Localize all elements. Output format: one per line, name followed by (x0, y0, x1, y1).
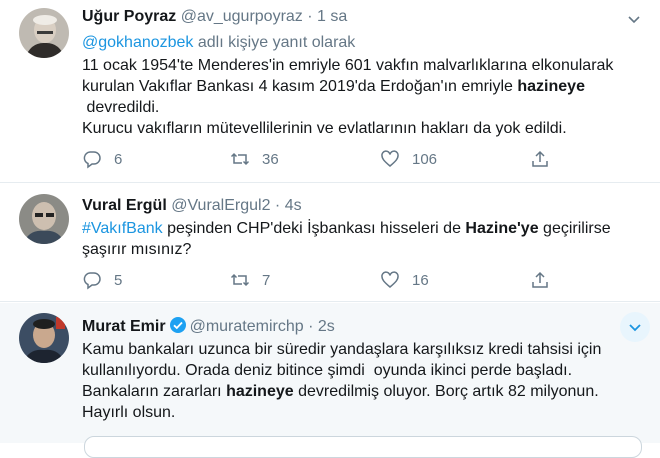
timestamp[interactable]: 2s (318, 318, 335, 335)
tweet-line-text: kullanılıyordu. Orada deniz bitince şimd… (82, 362, 573, 379)
tweet-line: Kamu bankaları uzunca bir süredir yandaş… (82, 339, 642, 360)
tweet[interactable]: Uğur Poyraz @av_ugurpoyraz · 1 sa @gokha… (0, 0, 660, 183)
highlighted-keyword: hazineye (226, 383, 294, 400)
share-button[interactable] (530, 149, 562, 169)
like-count: 106 (412, 150, 438, 168)
tweet-line-text: şaşırır mısınız? (82, 241, 192, 258)
retweet-count: 7 (262, 271, 271, 289)
tweet-header: Murat Emir @muratemirchp · 2s (82, 316, 335, 336)
tweet-line: devredildi. (82, 97, 642, 118)
chevron-down-icon (629, 324, 641, 332)
tweet-header: Uğur Poyraz @av_ugurpoyraz · 1 sa (82, 8, 347, 26)
avatar[interactable] (19, 8, 69, 58)
tweet-line: şaşırır mısınız? (82, 239, 642, 260)
tweet-line: kurulan Vakıflar Bankası 4 kasım 2019'da… (82, 76, 642, 97)
highlighted-keyword: hazineye (517, 78, 585, 95)
like-count: 16 (412, 271, 429, 289)
reply-input[interactable] (84, 436, 642, 458)
timestamp[interactable]: 4s (285, 197, 302, 214)
tweet-line-text: Hayırlı olsun. (82, 404, 176, 421)
tweet-line-text: devredildi. (82, 99, 160, 116)
highlighted-keyword: Hazine'ye (465, 220, 539, 237)
display-name[interactable]: Uğur Poyraz (82, 8, 176, 25)
tweet-text: @gokhanozbek adlı kişiye yanıt olarak 11… (82, 32, 642, 139)
tweet-line: Bankaların zararları hazineye devredilmi… (82, 381, 642, 402)
reply-to-link[interactable]: @gokhanozbek (82, 34, 193, 51)
verified-badge-icon (169, 317, 186, 333)
tweet-line-text: kurulan Vakıflar Bankası 4 kasım 2019'da… (82, 78, 518, 95)
user-handle[interactable]: @muratemirchp (190, 318, 304, 335)
reply-to-label: adlı kişiye yanıt olarak (193, 34, 356, 51)
reply-button[interactable]: 5 (82, 270, 122, 290)
heart-icon (381, 271, 399, 288)
tweet-line-text: Bankaların zararları (82, 383, 227, 400)
tweet-line-text: 11 ocak 1954'te Menderes'in emriyle 601 … (82, 57, 614, 74)
user-handle[interactable]: @av_ugurpoyraz (181, 8, 303, 25)
tweet-line-text: peşinden CHP'deki İşbankası hisseleri de (162, 220, 466, 237)
tweet[interactable]: Murat Emir @muratemirchp · 2s Kamu bankal… (0, 303, 660, 443)
avatar[interactable] (19, 313, 69, 363)
tweet-line-text: geçirilirse (538, 220, 611, 237)
reply-button[interactable]: 6 (82, 149, 122, 169)
tweet-line-text: Kurucu vakıfların mütevellilerinin ve ev… (82, 120, 567, 137)
tweet[interactable]: Vural Ergül @VuralErgul2 · 4s #VakıfBank… (0, 184, 660, 302)
reply-count: 5 (114, 271, 123, 289)
tweet-line-text: devredilmiş oluyor. Borç artık 82 milyon… (293, 383, 599, 400)
tweet-line-text: Kamu bankaları uzunca bir süredir yandaş… (82, 341, 602, 358)
retweet-button[interactable]: 7 (230, 270, 270, 290)
share-icon (532, 271, 548, 288)
heart-icon (381, 150, 399, 167)
avatar[interactable] (19, 194, 69, 244)
tweet-line: Kurucu vakıfların mütevellilerinin ve ev… (82, 118, 642, 139)
retweet-icon (230, 152, 250, 166)
tweet-actions: 5 7 16 (82, 270, 562, 294)
display-name[interactable]: Murat Emir (82, 318, 166, 335)
tweet-line: #VakıfBank peşinden CHP'deki İşbankası h… (82, 218, 642, 239)
retweet-icon (230, 273, 250, 287)
reply-icon (83, 272, 101, 290)
tweet-text: #VakıfBank peşinden CHP'deki İşbankası h… (82, 218, 642, 260)
reply-icon (83, 151, 101, 169)
reply-count: 6 (114, 150, 123, 168)
chevron-down-icon[interactable] (626, 11, 642, 27)
timestamp[interactable]: 1 sa (317, 8, 347, 25)
tweet-actions: 6 36 106 (82, 149, 562, 173)
tweet-line: Hayırlı olsun. (82, 402, 642, 423)
tweet-line: kullanılıyordu. Orada deniz bitince şimd… (82, 360, 642, 381)
share-icon (532, 150, 548, 167)
tweet-header: Vural Ergül @VuralErgul2 · 4s (82, 197, 302, 215)
share-button[interactable] (530, 270, 562, 290)
separator-dot: · (308, 318, 314, 335)
expand-tweet-button[interactable] (620, 312, 650, 342)
display-name[interactable]: Vural Ergül (82, 197, 167, 214)
separator-dot: · (307, 8, 313, 25)
retweet-count: 36 (262, 150, 279, 168)
user-handle[interactable]: @VuralErgul2 (171, 197, 270, 214)
like-button[interactable]: 106 (380, 149, 437, 169)
like-button[interactable]: 16 (380, 270, 429, 290)
separator-dot: · (274, 197, 281, 214)
tweet-text: Kamu bankaları uzunca bir süredir yandaş… (82, 339, 642, 423)
tweet-line: 11 ocak 1954'te Menderes'in emriyle 601 … (82, 55, 642, 76)
hashtag-link[interactable]: #VakıfBank (82, 220, 163, 237)
retweet-button[interactable]: 36 (230, 149, 279, 169)
